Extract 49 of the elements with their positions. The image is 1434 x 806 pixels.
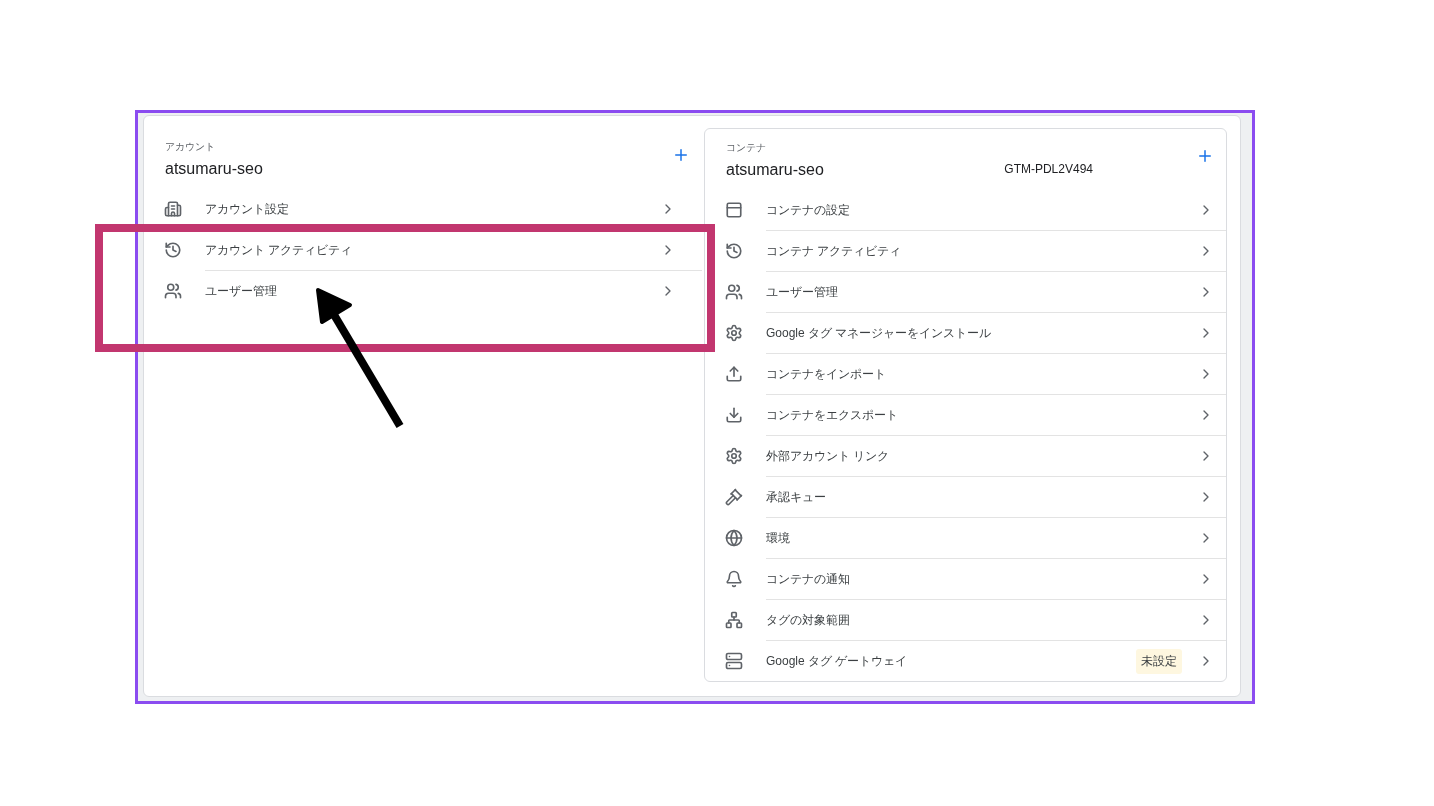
menu-item-label: Google タグ マネージャーをインストール — [766, 324, 993, 342]
gavel-icon — [725, 487, 745, 506]
menu-item-label: コンテナ アクティビティ — [766, 242, 903, 260]
menu-item[interactable]: 環境 — [766, 516, 1226, 559]
menu-item-label: アカウント設定 — [205, 200, 290, 218]
section-label: アカウント — [165, 140, 216, 154]
menu-item-label: コンテナをエクスポート — [766, 406, 899, 424]
gear-icon — [725, 323, 745, 342]
container-id: GTM-PDL2V494 — [1004, 162, 1093, 176]
menu-item[interactable]: コンテナをエクスポート — [766, 393, 1226, 436]
status-badge: 未設定 — [1136, 648, 1182, 674]
building-icon — [164, 199, 184, 218]
menu-item[interactable]: コンテナ アクティビティ — [766, 229, 1226, 272]
section-label: コンテナ — [726, 141, 767, 155]
menu-item[interactable]: 承認キュー — [766, 475, 1226, 518]
menu-item[interactable]: コンテナをインポート — [766, 352, 1226, 395]
container-name: atsumaru-seo — [726, 161, 824, 179]
menu-item[interactable]: タグの対象範囲 — [766, 598, 1226, 641]
menu-item-label: コンテナの通知 — [766, 570, 851, 588]
add-button[interactable] — [1196, 147, 1214, 165]
menu-item-label: コンテナの設定 — [766, 201, 851, 219]
add-button[interactable] — [672, 146, 690, 164]
upload-icon — [725, 364, 745, 383]
menu-item-label: コンテナをインポート — [766, 365, 887, 383]
menu-item-label: ユーザー管理 — [766, 283, 839, 301]
menu-item[interactable]: Google タグ ゲートウェイ 未設定 — [766, 639, 1226, 682]
menu-item[interactable]: 外部アカウント リンク — [766, 434, 1226, 477]
account-name: atsumaru-seo — [165, 160, 263, 178]
menu-item-label: 外部アカウント リンク — [766, 447, 891, 465]
menu-item-label: アカウント アクティビティ — [205, 241, 354, 259]
menu-item[interactable]: アカウント アクティビティ — [205, 228, 702, 271]
gear-icon — [725, 446, 745, 465]
menu-item[interactable]: コンテナの通知 — [766, 557, 1226, 600]
people-icon — [164, 281, 184, 300]
menu-item[interactable]: Google タグ マネージャーをインストール — [766, 311, 1226, 354]
menu-item-label: ユーザー管理 — [205, 282, 278, 300]
window-icon — [725, 200, 745, 219]
server-icon — [725, 651, 745, 670]
download-icon — [725, 405, 745, 424]
globe-icon — [725, 528, 745, 547]
people-icon — [725, 282, 745, 301]
hierarchy-icon — [725, 610, 745, 629]
menu-item-label: 環境 — [766, 529, 791, 547]
menu-item[interactable]: コンテナの設定 — [766, 188, 1226, 231]
menu-item-label: Google タグ ゲートウェイ — [766, 652, 909, 670]
menu-item[interactable]: ユーザー管理 — [766, 270, 1226, 313]
menu-item-label: タグの対象範囲 — [766, 611, 851, 629]
menu-item[interactable]: アカウント設定 — [205, 187, 702, 230]
menu-item-label: 承認キュー — [766, 488, 827, 506]
